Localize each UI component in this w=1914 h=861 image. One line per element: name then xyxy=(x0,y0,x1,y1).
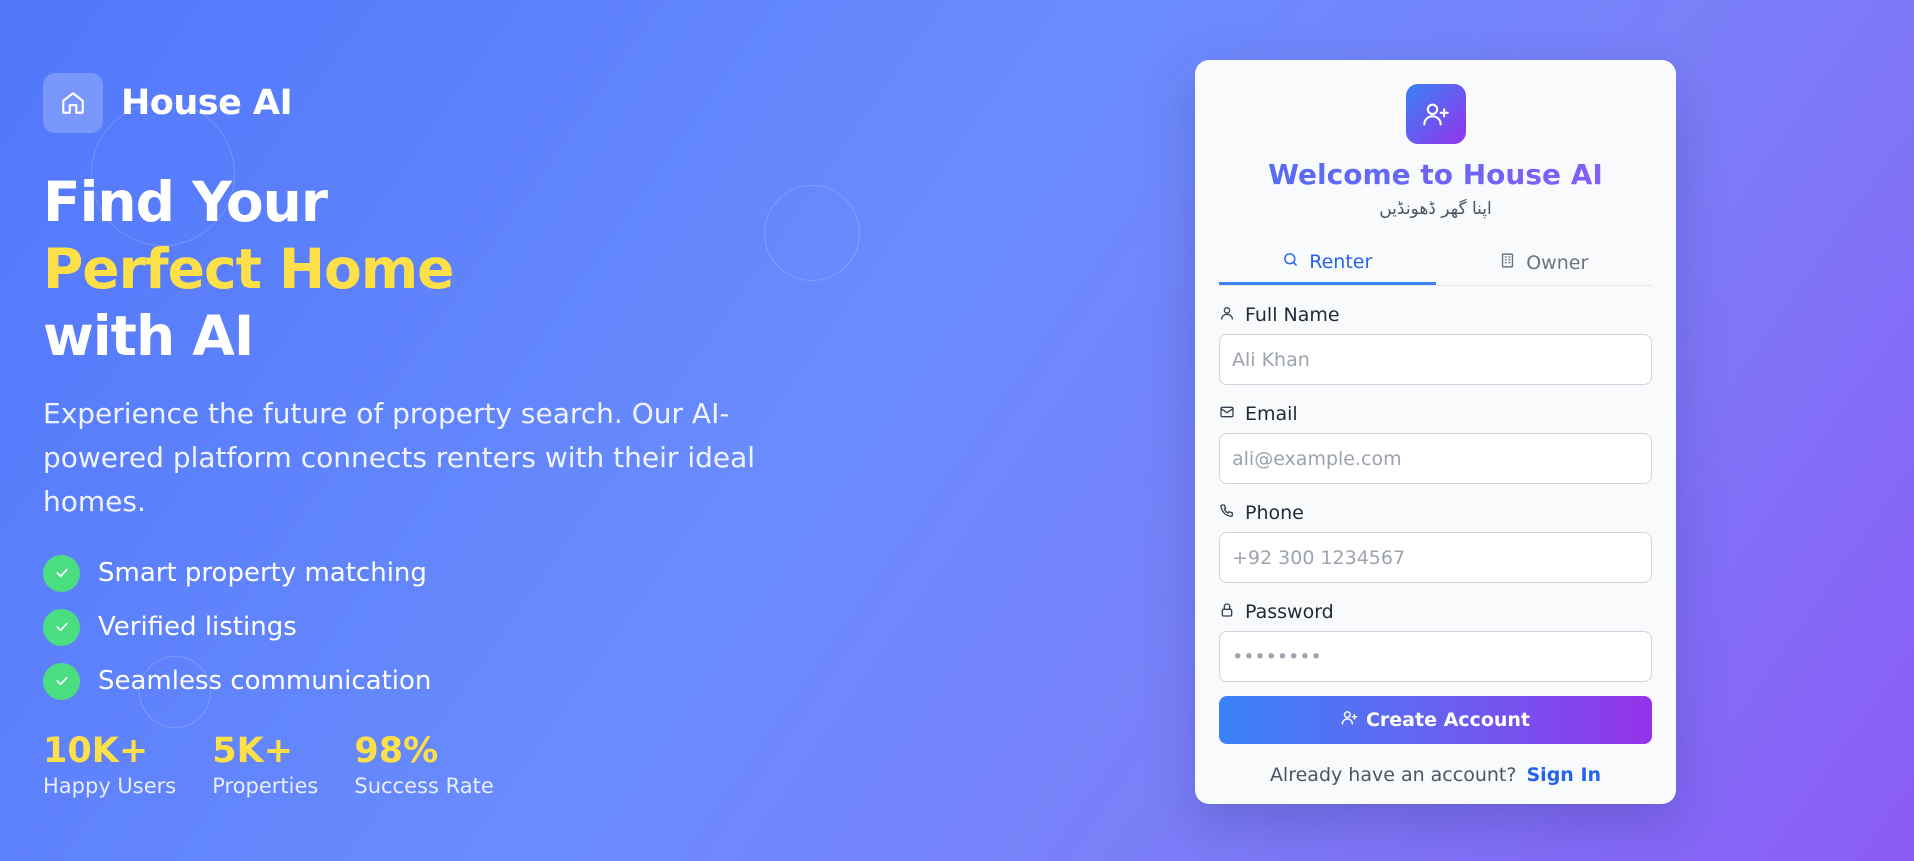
phone-input[interactable] xyxy=(1219,532,1652,583)
feature-label: Smart property matching xyxy=(98,558,427,588)
card-title: Welcome to House AI xyxy=(1219,158,1652,191)
feature-item: Smart property matching xyxy=(43,554,863,592)
feature-list: Smart property matching Verified listing… xyxy=(43,554,863,700)
role-tabs: Renter Owner xyxy=(1219,241,1652,286)
full-name-field: Full Name xyxy=(1219,304,1652,385)
check-icon xyxy=(43,662,80,700)
label-text: Password xyxy=(1245,601,1334,623)
user-plus-icon xyxy=(1405,84,1466,144)
hero-description: Experience the future of property search… xyxy=(43,397,756,518)
user-plus-icon xyxy=(1341,709,1358,731)
password-field: Password xyxy=(1219,601,1652,682)
tab-owner[interactable]: Owner xyxy=(1436,241,1653,285)
feature-label: Seamless communication xyxy=(98,666,432,696)
stat-value: 98% xyxy=(354,731,439,771)
signup-card: Welcome to House AI اپنا گھر ڈھونڈیں Ren… xyxy=(1195,60,1676,804)
check-icon xyxy=(43,554,80,592)
feature-item: Seamless communication xyxy=(43,662,863,700)
hero-line-2: Perfect Home xyxy=(43,237,454,301)
phone-field: Phone xyxy=(1219,502,1652,583)
signin-link[interactable]: Sign In xyxy=(1527,764,1602,786)
stat-item: 5K+ Properties xyxy=(212,730,318,798)
full-name-input[interactable] xyxy=(1219,334,1652,385)
stat-value: 5K+ xyxy=(212,731,294,771)
hero-heading: Find Your Perfect Home with AI xyxy=(43,169,863,370)
stat-value: 10K+ xyxy=(43,731,149,771)
email-input[interactable] xyxy=(1219,433,1652,484)
signin-row: Already have an account? Sign In xyxy=(1219,764,1652,786)
brand: House AI xyxy=(43,73,863,133)
password-input[interactable] xyxy=(1219,631,1652,682)
stat-item: 98% Success Rate xyxy=(354,730,493,798)
home-icon xyxy=(43,73,103,133)
tab-label: Owner xyxy=(1526,252,1589,274)
password-label: Password xyxy=(1219,601,1652,623)
email-field: Email xyxy=(1219,403,1652,484)
stat-label: Happy Users xyxy=(43,774,177,798)
tab-renter[interactable]: Renter xyxy=(1219,241,1436,285)
hero-section: House AI Find Your Perfect Home with AI … xyxy=(43,73,863,798)
stat-label: Success Rate xyxy=(354,774,494,798)
feature-label: Verified listings xyxy=(98,612,297,642)
signin-prompt: Already have an account? xyxy=(1269,764,1517,786)
phone-icon xyxy=(1219,502,1235,524)
user-icon xyxy=(1219,304,1235,326)
brand-name: House AI xyxy=(121,83,293,123)
check-icon xyxy=(43,608,80,646)
hero-line-3: with AI xyxy=(43,304,254,368)
label-text: Phone xyxy=(1245,502,1304,524)
label-text: Full Name xyxy=(1245,304,1340,326)
search-icon xyxy=(1282,251,1299,273)
phone-label: Phone xyxy=(1219,502,1652,524)
lock-icon xyxy=(1219,601,1235,623)
tab-label: Renter xyxy=(1309,250,1373,273)
hero-line-1: Find Your xyxy=(43,170,328,234)
email-label: Email xyxy=(1219,403,1652,425)
stats-row: 10K+ Happy Users 5K+ Properties 98% Succ… xyxy=(43,730,863,798)
create-account-button[interactable]: Create Account xyxy=(1219,696,1652,744)
building-icon xyxy=(1499,252,1516,274)
label-text: Email xyxy=(1245,403,1298,425)
stat-item: 10K+ Happy Users xyxy=(43,730,176,798)
full-name-label: Full Name xyxy=(1219,304,1652,326)
card-subtitle: اپنا گھر ڈھونڈیں xyxy=(1379,199,1492,219)
stat-label: Properties xyxy=(212,774,319,798)
mail-icon xyxy=(1219,403,1235,425)
button-label: Create Account xyxy=(1365,709,1531,731)
feature-item: Verified listings xyxy=(43,608,863,646)
